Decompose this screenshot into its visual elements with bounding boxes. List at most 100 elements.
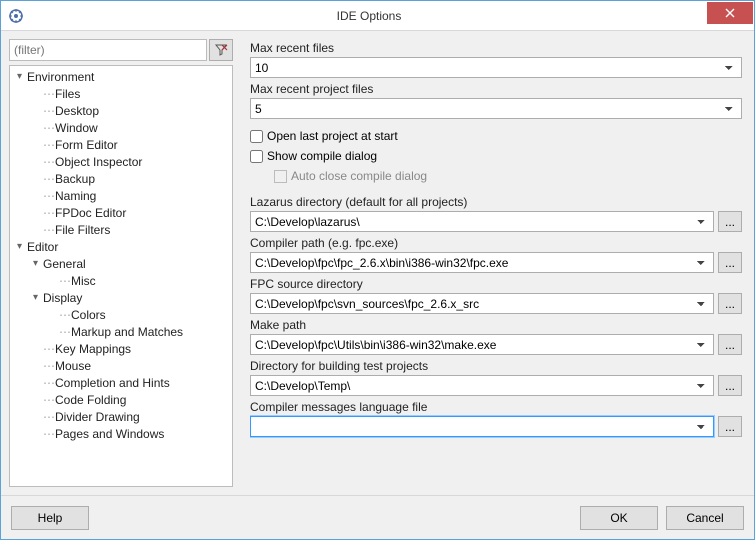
tree-item-label: Backup xyxy=(55,172,95,186)
max-recent-proj-label: Max recent project files xyxy=(250,82,742,96)
tree-connector: ⋯ xyxy=(59,325,71,339)
tree-item-label: Mouse xyxy=(55,359,91,373)
tree-leaf-icon xyxy=(30,224,41,235)
tree-item[interactable]: ⋯ Desktop xyxy=(10,102,232,119)
tree-item[interactable]: ⋯ FPDoc Editor xyxy=(10,204,232,221)
tree-leaf-icon xyxy=(46,326,57,337)
laz-dir-select[interactable]: C:\Develop\lazarus\ xyxy=(250,211,714,232)
tree-leaf-icon xyxy=(46,309,57,320)
tree-item[interactable]: ⋯ Form Editor xyxy=(10,136,232,153)
tree-connector: ⋯ xyxy=(43,206,55,220)
tree-connector: ⋯ xyxy=(59,274,71,288)
tree-item[interactable]: ⋯ Object Inspector xyxy=(10,153,232,170)
show-compile-checkbox[interactable]: Show compile dialog xyxy=(250,147,742,165)
fpc-src-select[interactable]: C:\Develop\fpc\svn_sources\fpc_2.6.x_src xyxy=(250,293,714,314)
help-button[interactable]: Help xyxy=(11,506,89,530)
fpc-src-browse[interactable]: ... xyxy=(718,293,742,314)
cancel-button[interactable]: Cancel xyxy=(666,506,744,530)
tree-item-label: General xyxy=(43,257,86,271)
tree-item[interactable]: ⋯ Window xyxy=(10,119,232,136)
make-path-label: Make path xyxy=(250,318,742,332)
tree-item-label: Key Mappings xyxy=(55,342,131,356)
tree-connector: ⋯ xyxy=(43,189,55,203)
tree-item-label: Misc xyxy=(71,274,96,288)
tree-item-label: Files xyxy=(55,87,80,101)
tree-item[interactable]: ⋯ Files xyxy=(10,85,232,102)
tree-leaf-icon xyxy=(30,428,41,439)
tree-item[interactable]: ⋯ Key Mappings xyxy=(10,340,232,357)
comp-path-select[interactable]: C:\Develop\fpc\fpc_2.6.x\bin\i386-win32\… xyxy=(250,252,714,273)
tree-connector: ⋯ xyxy=(43,427,55,441)
tree-leaf-icon xyxy=(30,139,41,150)
tree-item[interactable]: ⋯ Completion and Hints xyxy=(10,374,232,391)
msg-file-browse[interactable]: ... xyxy=(718,416,742,437)
close-button[interactable] xyxy=(707,2,753,24)
max-recent-select[interactable]: 10 xyxy=(250,57,742,78)
comp-path-browse[interactable]: ... xyxy=(718,252,742,273)
options-panel: Max recent files 10 Max recent project f… xyxy=(250,39,746,487)
tree-item[interactable]: ⋯ Mouse xyxy=(10,357,232,374)
tree-item[interactable]: ⋯ Naming xyxy=(10,187,232,204)
tree-item[interactable]: ⋯ Pages and Windows xyxy=(10,425,232,442)
collapse-icon[interactable]: ▾ xyxy=(14,241,25,252)
tree-item[interactable]: ⋯ Divider Drawing xyxy=(10,408,232,425)
tree-leaf-icon xyxy=(30,122,41,133)
tree-leaf-icon xyxy=(30,105,41,116)
test-dir-browse[interactable]: ... xyxy=(718,375,742,396)
ok-button[interactable]: OK xyxy=(580,506,658,530)
tree-item[interactable]: ▾Display xyxy=(10,289,232,306)
tree-leaf-icon xyxy=(30,377,41,388)
tree-item[interactable]: ⋯ Colors xyxy=(10,306,232,323)
tree-leaf-icon xyxy=(30,156,41,167)
collapse-icon[interactable]: ▾ xyxy=(14,71,25,82)
tree-connector: ⋯ xyxy=(43,342,55,356)
tree-connector: ⋯ xyxy=(43,138,55,152)
options-tree[interactable]: ▾Environment⋯ Files⋯ Desktop⋯ Window⋯ Fo… xyxy=(9,65,233,487)
tree-item[interactable]: ⋯ Backup xyxy=(10,170,232,187)
splitter[interactable] xyxy=(239,39,244,487)
laz-dir-browse[interactable]: ... xyxy=(718,211,742,232)
max-recent-label: Max recent files xyxy=(250,41,742,55)
tree-leaf-icon xyxy=(30,360,41,371)
laz-dir-label: Lazarus directory (default for all proje… xyxy=(250,195,742,209)
tree-leaf-icon xyxy=(30,173,41,184)
max-recent-proj-select[interactable]: 5 xyxy=(250,98,742,119)
tree-item-label: Environment xyxy=(27,70,94,84)
tree-item[interactable]: ▾Environment xyxy=(10,68,232,85)
tree-item[interactable]: ⋯ Misc xyxy=(10,272,232,289)
open-last-checkbox[interactable]: Open last project at start xyxy=(250,127,742,145)
auto-close-checkbox: Auto close compile dialog xyxy=(274,167,742,185)
tree-connector: ⋯ xyxy=(43,121,55,135)
tree-item-label: Editor xyxy=(27,240,58,254)
tree-connector: ⋯ xyxy=(43,359,55,373)
tree-item[interactable]: ⋯ File Filters xyxy=(10,221,232,238)
tree-item-label: Code Folding xyxy=(55,393,126,407)
msg-file-select[interactable] xyxy=(250,416,714,437)
tree-item[interactable]: ▾General xyxy=(10,255,232,272)
collapse-icon[interactable]: ▾ xyxy=(30,292,41,303)
tree-connector: ⋯ xyxy=(43,410,55,424)
tree-leaf-icon xyxy=(30,411,41,422)
tree-item-label: Object Inspector xyxy=(55,155,142,169)
test-dir-select[interactable]: C:\Develop\Temp\ xyxy=(250,375,714,396)
tree-leaf-icon xyxy=(30,394,41,405)
collapse-icon[interactable]: ▾ xyxy=(30,258,41,269)
app-icon xyxy=(1,8,31,24)
tree-connector: ⋯ xyxy=(43,172,55,186)
tree-item[interactable]: ⋯ Code Folding xyxy=(10,391,232,408)
tree-item-label: Divider Drawing xyxy=(55,410,140,424)
tree-item-label: Pages and Windows xyxy=(55,427,164,441)
make-path-select[interactable]: C:\Develop\fpc\Utils\bin\i386-win32\make… xyxy=(250,334,714,355)
tree-item-label: Window xyxy=(55,121,98,135)
tree-item[interactable]: ▾Editor xyxy=(10,238,232,255)
tree-leaf-icon xyxy=(46,275,57,286)
test-dir-label: Directory for building test projects xyxy=(250,359,742,373)
make-path-browse[interactable]: ... xyxy=(718,334,742,355)
filter-clear-button[interactable] xyxy=(209,39,233,61)
tree-item-label: Desktop xyxy=(55,104,99,118)
tree-item-label: File Filters xyxy=(55,223,110,237)
tree-item[interactable]: ⋯ Markup and Matches xyxy=(10,323,232,340)
tree-connector: ⋯ xyxy=(43,393,55,407)
filter-input[interactable] xyxy=(9,39,207,61)
fpc-src-label: FPC source directory xyxy=(250,277,742,291)
